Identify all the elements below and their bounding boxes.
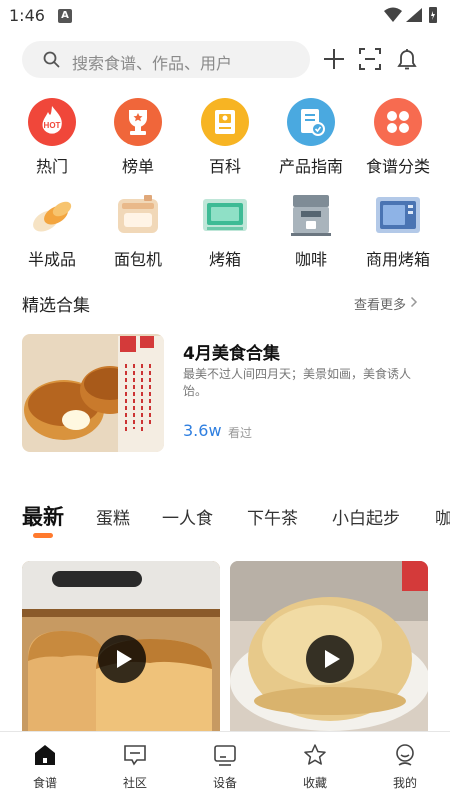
chat-icon <box>124 745 146 766</box>
status-icons <box>384 7 437 23</box>
category-label: 半成品 <box>27 250 76 269</box>
add-icon[interactable] <box>321 46 347 72</box>
scan-icon[interactable] <box>357 46 383 72</box>
device-icon <box>214 745 236 766</box>
collection-description: 最美不过人间四月天；美景如画，美食诱人饴。 <box>183 367 412 398</box>
tab-single-meal[interactable]: 一人食 <box>162 504 213 529</box>
category-label: 烤箱 <box>208 250 241 269</box>
nav-community[interactable]: 社区 <box>90 732 180 801</box>
category-label: 面包机 <box>113 250 162 269</box>
bottom-nav: 食谱 社区 设备 收藏 我的 <box>0 731 450 801</box>
nav-label: 设备 <box>212 776 237 790</box>
category-label: 咖啡 <box>294 250 327 269</box>
book-icon <box>201 98 249 146</box>
tab-indicator <box>33 533 53 538</box>
tab-beginner[interactable]: 小白起步 <box>332 504 400 529</box>
tab-coffee[interactable]: 咖 <box>435 504 450 529</box>
feed-tabs: 最新 蛋糕 一人食 下午茶 小白起步 咖 <box>0 498 450 542</box>
oven-icon <box>203 199 247 231</box>
nav-label: 食谱 <box>32 776 57 790</box>
home-icon <box>35 745 55 765</box>
star-icon <box>304 744 326 765</box>
nav-label: 我的 <box>392 776 417 790</box>
nav-devices[interactable]: 设备 <box>180 732 270 801</box>
hot-icon: HOT <box>28 98 76 146</box>
category-label: 榜单 <box>121 157 154 176</box>
category-icon <box>374 98 422 146</box>
play-button[interactable] <box>98 635 146 683</box>
collection-thumbnail[interactable] <box>22 334 164 452</box>
nav-recipes[interactable]: 食谱 <box>0 732 90 801</box>
guide-icon <box>287 98 335 146</box>
play-button[interactable] <box>306 635 354 683</box>
section-title: 精选合集 <box>22 296 90 316</box>
bell-icon[interactable] <box>394 46 420 72</box>
status-time: 1:46 <box>9 6 45 25</box>
commercial-oven-icon <box>376 197 420 233</box>
recipe-card[interactable] <box>22 561 220 731</box>
chevron-right-icon[interactable] <box>410 296 418 308</box>
collection-title[interactable]: 4月美食合集 <box>183 339 280 364</box>
nav-label: 社区 <box>122 776 147 790</box>
recipe-card[interactable] <box>230 561 428 731</box>
collection-views: 3.6w <box>183 421 222 440</box>
category-label: 百科 <box>208 157 241 176</box>
trophy-icon <box>114 98 162 146</box>
status-bar: 1:46 A <box>0 0 450 32</box>
coffee-machine-icon <box>291 195 331 236</box>
nav-favorites[interactable]: 收藏 <box>270 732 360 801</box>
collection-views-label: 看过 <box>228 426 253 440</box>
category-label: 产品指南 <box>278 157 343 176</box>
bread-machine-icon <box>118 195 158 233</box>
nav-label: 收藏 <box>302 776 327 790</box>
tab-afternoon-tea[interactable]: 下午茶 <box>247 504 298 529</box>
svg-text:HOT: HOT <box>44 121 61 130</box>
nav-profile[interactable]: 我的 <box>360 732 450 801</box>
search-input[interactable]: 搜索食谱、作品、用户 <box>22 41 310 78</box>
see-more-link[interactable]: 查看更多 <box>354 294 406 313</box>
tab-cake[interactable]: 蛋糕 <box>96 504 130 529</box>
wifi-icon <box>384 7 402 22</box>
category-label: 热门 <box>35 157 68 176</box>
search-placeholder: 搜索食谱、作品、用户 <box>72 54 233 73</box>
signal-icon <box>406 8 422 22</box>
pastry-image <box>22 334 164 452</box>
profile-icon <box>396 744 414 766</box>
category-label: 商用烤箱 <box>365 250 430 269</box>
semi-finished-icon <box>33 201 72 232</box>
tab-latest[interactable]: 最新 <box>22 501 64 531</box>
notification-badge-icon: A <box>58 9 72 23</box>
search-icon <box>43 51 60 68</box>
category-label: 食谱分类 <box>365 157 430 176</box>
